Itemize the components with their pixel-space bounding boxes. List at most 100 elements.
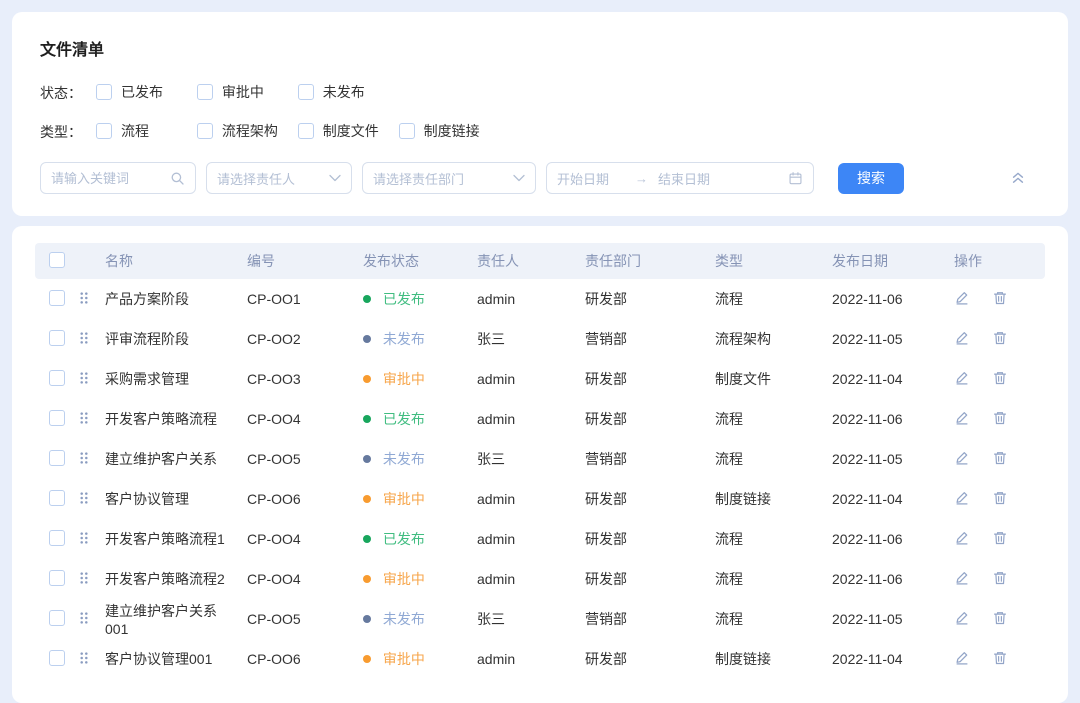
delete-icon[interactable] [992, 650, 1008, 666]
checkbox-label: 未发布 [323, 82, 365, 102]
delete-icon[interactable] [992, 410, 1008, 426]
checkbox-label: 流程 [121, 121, 149, 141]
status-text: 审批中 [383, 491, 425, 507]
filter-checkbox-item[interactable]: 已发布 [96, 82, 193, 102]
date-cell: 2022-11-05 [828, 599, 950, 639]
handle-header-cell [75, 243, 101, 279]
delete-icon[interactable] [992, 490, 1008, 506]
row-checkbox[interactable] [49, 330, 65, 346]
edit-icon[interactable] [954, 450, 970, 466]
drag-handle-icon[interactable] [79, 331, 89, 345]
row-checkbox[interactable] [49, 530, 65, 546]
checkbox[interactable] [96, 84, 112, 100]
filter-checkbox-item[interactable]: 制度链接 [399, 121, 496, 141]
row-checkbox[interactable] [49, 610, 65, 626]
drag-handle-icon[interactable] [79, 531, 89, 545]
calendar-icon [788, 171, 803, 186]
actions-cell [950, 319, 1045, 359]
drag-handle-icon[interactable] [79, 571, 89, 585]
edit-icon[interactable] [954, 290, 970, 306]
delete-icon[interactable] [992, 570, 1008, 586]
delete-icon[interactable] [992, 450, 1008, 466]
row-checkbox[interactable] [49, 370, 65, 386]
filter-checkbox-item[interactable]: 审批中 [197, 82, 294, 102]
column-header: 编号 [243, 243, 359, 279]
owner-cell: admin [473, 279, 581, 319]
drag-handle-icon[interactable] [79, 291, 89, 305]
filter-checkbox-item[interactable]: 流程架构 [197, 121, 294, 141]
edit-icon[interactable] [954, 490, 970, 506]
dept-cell: 营销部 [581, 599, 711, 639]
actions-cell [950, 439, 1045, 479]
table-row: 开发客户策略流程2 CP-OO4 审批中 admin 研发部 流程 2022-1… [35, 559, 1045, 599]
edit-icon[interactable] [954, 530, 970, 546]
edit-icon[interactable] [954, 650, 970, 666]
status-dot-icon [363, 495, 371, 503]
delete-icon[interactable] [992, 610, 1008, 626]
type-cell: 流程 [711, 519, 828, 559]
edit-icon[interactable] [954, 370, 970, 386]
keyword-input[interactable] [51, 171, 170, 186]
drag-handle-icon[interactable] [79, 371, 89, 385]
checkbox[interactable] [96, 123, 112, 139]
select-all-checkbox[interactable] [49, 252, 65, 268]
filter-checkbox-item[interactable]: 流程 [96, 121, 193, 141]
name-cell: 建立维护客户关系 [101, 439, 243, 479]
row-handle-cell [75, 359, 101, 399]
delete-icon[interactable] [992, 330, 1008, 346]
search-button[interactable]: 搜索 [838, 163, 904, 194]
keyword-search-field[interactable] [40, 162, 196, 194]
status-text: 未发布 [383, 611, 425, 627]
filter-checkbox-item[interactable]: 制度文件 [298, 121, 395, 141]
checkbox[interactable] [298, 123, 314, 139]
dept-cell: 营销部 [581, 319, 711, 359]
date-cell: 2022-11-04 [828, 359, 950, 399]
select-all-header-cell [35, 243, 75, 279]
edit-icon[interactable] [954, 570, 970, 586]
name-cell: 开发客户策略流程1 [101, 519, 243, 559]
edit-icon[interactable] [954, 330, 970, 346]
file-list-table: 名称编号发布状态责任人责任部门类型发布日期操作 产品方案阶段 CP-OO1 已发… [35, 243, 1045, 679]
status-text: 已发布 [383, 291, 425, 307]
delete-icon[interactable] [992, 290, 1008, 306]
edit-icon[interactable] [954, 410, 970, 426]
owner-cell: admin [473, 479, 581, 519]
drag-handle-icon[interactable] [79, 451, 89, 465]
checkbox[interactable] [197, 123, 213, 139]
row-handle-cell [75, 399, 101, 439]
double-chevron-up-icon[interactable] [1010, 170, 1026, 186]
status-cell: 审批中 [359, 359, 473, 399]
row-checkbox[interactable] [49, 570, 65, 586]
row-checkbox[interactable] [49, 290, 65, 306]
checkbox[interactable] [399, 123, 415, 139]
drag-handle-icon[interactable] [79, 491, 89, 505]
edit-icon[interactable] [954, 610, 970, 626]
dept-select[interactable]: 请选择责任部门 [362, 162, 536, 194]
checkbox[interactable] [298, 84, 314, 100]
row-checkbox[interactable] [49, 650, 65, 666]
row-handle-cell [75, 519, 101, 559]
drag-handle-icon[interactable] [79, 651, 89, 665]
checkbox[interactable] [197, 84, 213, 100]
column-header: 操作 [950, 243, 1045, 279]
owner-select[interactable]: 请选择责任人 [206, 162, 352, 194]
drag-handle-icon[interactable] [79, 411, 89, 425]
row-checkbox[interactable] [49, 490, 65, 506]
row-checkbox[interactable] [49, 450, 65, 466]
status-text: 已发布 [383, 411, 425, 427]
date-range-arrow-icon: → [635, 171, 648, 186]
delete-icon[interactable] [992, 370, 1008, 386]
actions-cell [950, 399, 1045, 439]
date-range-picker[interactable]: 开始日期 → 结束日期 [546, 162, 814, 194]
name-cell: 开发客户策略流程2 [101, 559, 243, 599]
drag-handle-icon[interactable] [79, 611, 89, 625]
status-dot-icon [363, 535, 371, 543]
actions-cell [950, 479, 1045, 519]
owner-select-placeholder: 请选择责任人 [217, 169, 329, 188]
row-checkbox[interactable] [49, 410, 65, 426]
column-header: 责任部门 [581, 243, 711, 279]
row-select-cell [35, 559, 75, 599]
filter-checkbox-item[interactable]: 未发布 [298, 82, 395, 102]
table-row: 客户协议管理001 CP-OO6 审批中 admin 研发部 制度链接 2022… [35, 639, 1045, 679]
delete-icon[interactable] [992, 530, 1008, 546]
